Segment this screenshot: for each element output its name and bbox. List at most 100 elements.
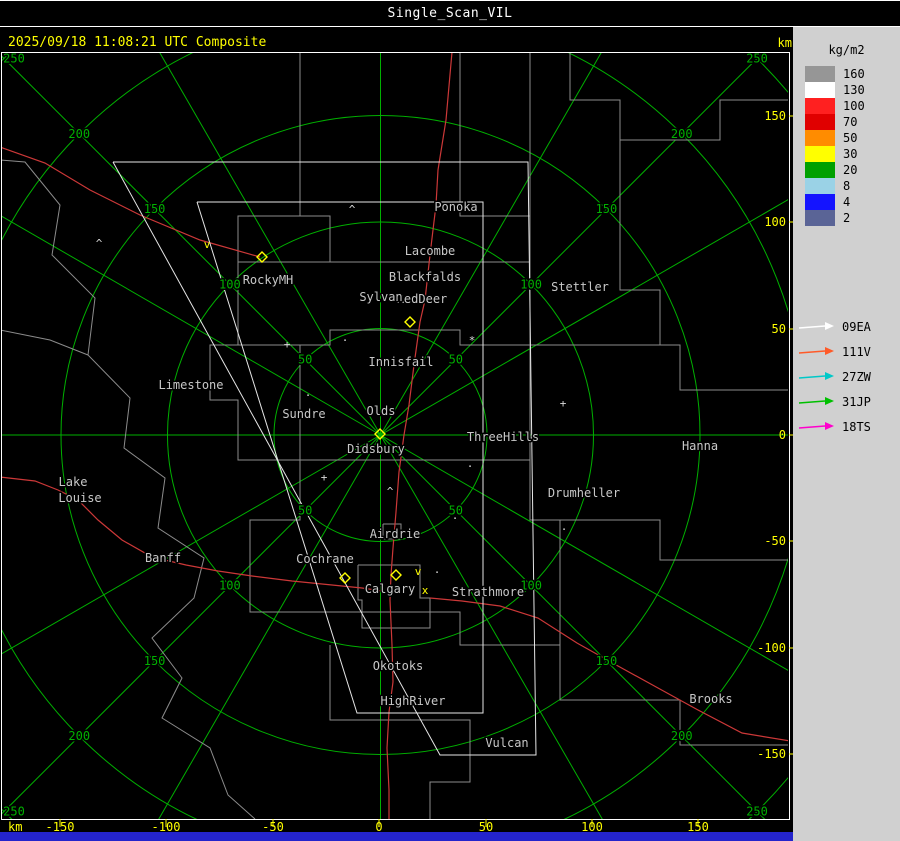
colorbar-entry: 160 — [805, 66, 900, 82]
azimuth-line — [2, 434, 381, 815]
right-axis-label: 150 — [764, 109, 786, 123]
city-label: Stettler — [551, 280, 609, 294]
city-label: Hanna — [682, 439, 718, 453]
legend-item: 27ZW — [797, 364, 900, 389]
map-point-marker: ^ — [96, 237, 103, 250]
sidebar: kg/m2 160 130 100 70 50 30 20 8 4 2 09EA 111V 27ZW 3… — [793, 27, 900, 841]
legend-item: 31JP — [797, 389, 900, 414]
city-label: HighRiver — [380, 694, 445, 708]
range-label: 50 — [449, 353, 463, 367]
colorbar-entry: 4 — [805, 194, 900, 210]
storm-motion-marker: v — [415, 565, 422, 578]
colorbar-entry: 130 — [805, 82, 900, 98]
storm-motion-marker: v — [204, 238, 211, 251]
city-label: RedDeer — [397, 292, 448, 306]
map-point-marker: . — [342, 331, 349, 344]
track-id-label: 31JP — [842, 394, 871, 409]
county-boundary — [619, 140, 661, 345]
range-label: 150 — [144, 654, 166, 668]
range-label: 100 — [219, 579, 241, 593]
county-boundary — [459, 53, 530, 217]
range-label: 200 — [68, 729, 90, 743]
radar-app-window: 50 100 150 200 250 50 100 150 200 250 50 100 150 200 2… — [0, 0, 900, 841]
colorbar-swatch — [805, 162, 835, 178]
colorbar-entry: 8 — [805, 178, 900, 194]
map-point-marker: . — [452, 509, 459, 522]
range-label: 250 — [746, 805, 768, 819]
right-axis-label: 50 — [772, 322, 786, 336]
colorbar-entry: 100 — [805, 98, 900, 114]
city-label: Innisfail — [368, 355, 433, 369]
colorbar-swatch — [805, 98, 835, 114]
city-label: Lacombe — [405, 244, 456, 258]
colorbar-swatch — [805, 130, 835, 146]
city-label: ThreeHills — [467, 430, 539, 444]
range-label: 200 — [68, 127, 90, 141]
track-id-label: 27ZW — [842, 369, 871, 384]
map-point-marker: . — [561, 520, 568, 533]
map-point-marker: ^ — [387, 485, 394, 498]
colorbar-swatch — [805, 178, 835, 194]
city-label: Airdrie — [370, 527, 421, 541]
colorbar-entry: 70 — [805, 114, 900, 130]
colorbar-value: 160 — [843, 67, 865, 81]
map-point-marker: . — [467, 457, 474, 470]
map-canvas[interactable]: 50 100 150 200 250 50 100 150 200 250 50 100 150 200 2… — [0, 0, 793, 841]
colorbar-value: 4 — [843, 195, 851, 209]
azimuth-line — [2, 55, 381, 436]
track-arrow-icon — [798, 421, 834, 430]
azimuth-line — [2, 215, 381, 436]
colorbar-swatch — [805, 114, 835, 130]
legend-item: 111V — [797, 339, 900, 364]
colorbar-value: 70 — [843, 115, 858, 129]
city-label: Strathmore — [452, 585, 524, 599]
colorbar-value: 50 — [843, 131, 858, 145]
track-arrow-icon — [798, 396, 834, 405]
window-title: Single_Scan_VIL — [387, 6, 513, 21]
track-arrow-icon — [798, 346, 834, 355]
map-point-marker: + — [284, 338, 291, 351]
radar-site-marker — [339, 572, 351, 584]
county-boundary — [210, 329, 530, 346]
map-point-marker: . — [434, 563, 441, 576]
right-axis-label: -50 — [764, 534, 786, 548]
axis-unit-top-right: km — [778, 36, 792, 50]
radar-site-marker — [404, 316, 416, 328]
range-label: 150 — [144, 202, 166, 216]
city-label: Blackfalds — [389, 270, 461, 284]
range-label: 150 — [596, 202, 618, 216]
bottom-edge-bar — [0, 832, 793, 841]
legend-item: 09EA — [797, 314, 900, 339]
colorbar-unit-label: kg/m2 — [828, 43, 865, 57]
colorbar-entry: 2 — [805, 210, 900, 226]
city-label: Olds — [367, 404, 396, 418]
county-boundary — [237, 53, 331, 263]
city-label: Okotoks — [373, 659, 424, 673]
track-arrow-icon — [798, 321, 834, 330]
colorbar-swatch — [805, 194, 835, 210]
city-label: Calgary — [365, 582, 416, 596]
range-label: 150 — [596, 654, 618, 668]
highway-line — [2, 476, 383, 592]
azimuth-line — [159, 53, 381, 436]
timestamp: 2025/09/18 11:08:21 UTC Composite — [8, 35, 266, 50]
colorbar-value: 100 — [843, 99, 865, 113]
track-legend: 09EA 111V 27ZW 31JP 18TS — [797, 314, 900, 439]
colorbar-swatch — [805, 66, 835, 82]
azimuth-line — [380, 434, 788, 671]
range-label: 250 — [746, 51, 768, 65]
county-boundary — [2, 159, 256, 819]
radar-site-marker — [390, 569, 402, 581]
county-boundary — [560, 519, 788, 561]
azimuth-line — [380, 53, 602, 436]
track-id-label: 111V — [842, 344, 871, 359]
range-label: 50 — [298, 503, 312, 517]
map-point-marker: + — [321, 471, 328, 484]
county-boundary — [530, 344, 788, 391]
range-label: 250 — [3, 805, 25, 819]
city-label: Ponoka — [434, 200, 477, 214]
range-label: 100 — [219, 277, 241, 291]
city-label: Limestone — [158, 378, 223, 392]
range-label: 50 — [298, 353, 312, 367]
colorbar-entry: 30 — [805, 146, 900, 162]
